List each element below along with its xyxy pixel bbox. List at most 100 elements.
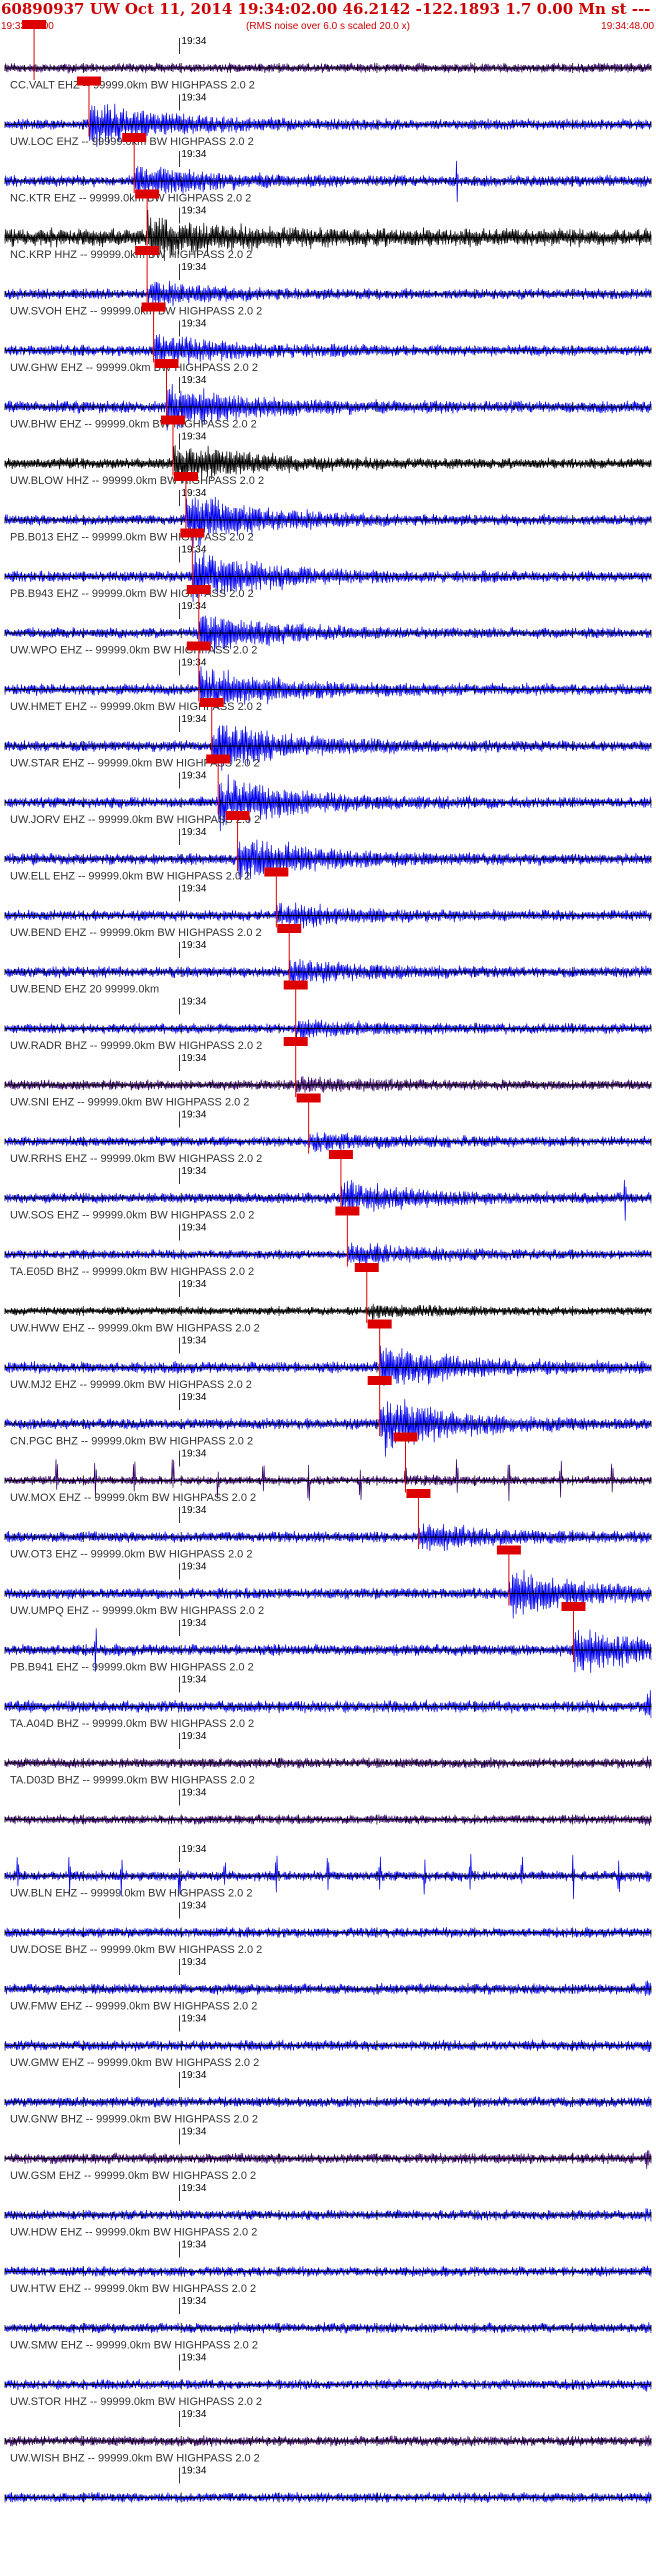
minute-tick-label: 19:34 — [181, 2014, 206, 2025]
pick-tag-box — [393, 1432, 418, 1442]
minute-tick-label: 19:34 — [181, 1166, 206, 1177]
station-label: UW.SVOH EHZ -- 99999.0km BW HIGHPASS 2.0… — [10, 306, 262, 318]
station-label: UW.FMW EHZ -- 99999.0km BW HIGHPASS 2.0 … — [10, 2001, 257, 2013]
pick-tag-box — [367, 1376, 392, 1385]
minute-tick-label: 19:34 — [181, 714, 206, 725]
minute-tick-label: 19:34 — [181, 2409, 206, 2420]
station-label: UW.GNW BHZ -- 99999.0km BW HIGHPASS 2.0 … — [10, 2114, 258, 2126]
minute-tick-label: 19:34 — [181, 149, 206, 160]
pick-tag-box — [141, 302, 166, 312]
pick-tag-box — [296, 1093, 321, 1103]
minute-tick-label: 19:34 — [181, 262, 206, 273]
minute-tick-label: 19:34 — [181, 206, 206, 217]
minute-tick-label: 19:34 — [181, 940, 206, 951]
pick-tag-box — [135, 189, 160, 199]
minute-tick-label: 19:34 — [181, 1901, 206, 1912]
pick-tag-box — [76, 76, 101, 86]
minute-tick-label: 19:34 — [181, 1336, 206, 1347]
station-label: UW.OT3 EHZ -- 99999.0km BW HIGHPASS 2.0 … — [10, 1549, 252, 1561]
pick-tag-box — [122, 133, 147, 142]
pick-tag-box — [173, 472, 198, 481]
station-label: UW.BLN EHZ -- 99999.0km BW HIGHPASS 2.0 … — [10, 1888, 252, 1900]
minute-tick-label: 19:34 — [181, 2183, 206, 2194]
pick-tag-box — [154, 359, 179, 368]
station-label: TA.A04D BHZ -- 99999.0km BW HIGHPASS 2.0… — [10, 1718, 254, 1730]
pick-tag-box — [283, 1037, 308, 1046]
pick-tag-box — [367, 1319, 392, 1329]
minute-tick-label: 19:34 — [181, 1053, 206, 1064]
minute-tick-label: 19:34 — [181, 36, 206, 47]
station-label: UW.HDW EHZ -- 99999.0km BW HIGHPASS 2.0 … — [10, 2227, 257, 2239]
header-title: 60890937 UW Oct 11, 2014 19:34:02.00 46.… — [1, 0, 656, 18]
pick-tag-box — [225, 811, 250, 820]
station-label: TA.D03D BHZ -- 99999.0km BW HIGHPASS 2.0… — [10, 1775, 255, 1787]
minute-tick-label: 19:34 — [181, 1392, 206, 1403]
pick-tag-box — [186, 641, 211, 651]
station-label: NC.KTR EHZ -- 99999.0km BW HIGHPASS 2.0 … — [10, 193, 251, 205]
pick-tag-box — [328, 1150, 353, 1159]
pick-tag-box — [135, 246, 160, 255]
minute-tick-label: 19:34 — [181, 545, 206, 556]
station-label: UW.JORV EHZ -- 99999.0km BW HIGHPASS 2.0… — [10, 814, 260, 826]
station-label: UW.UMPQ EHZ -- 99999.0km BW HIGHPASS 2.0… — [10, 1605, 264, 1617]
station-label: CC.VALT EHZ -- 99999.0km BW HIGHPASS 2.0… — [10, 80, 255, 92]
station-label: UW.MOX EHZ -- 99999.0km BW HIGHPASS 2.0 … — [10, 1492, 256, 1504]
station-label: UW.GMW EHZ -- 99999.0km BW HIGHPASS 2.0 … — [10, 2057, 259, 2069]
station-label: UW.GHW EHZ -- 99999.0km BW HIGHPASS 2.0 … — [10, 362, 258, 374]
minute-tick-label: 19:34 — [181, 375, 206, 386]
station-label: UW.SMW EHZ -- 99999.0km BW HIGHPASS 2.0 … — [10, 2340, 258, 2352]
minute-tick-label: 19:34 — [181, 771, 206, 782]
pick-tag-box — [354, 1263, 379, 1272]
pick-tag-box — [206, 754, 231, 764]
station-label: UW.BEND EHZ 20 99999.0km — [10, 984, 159, 996]
station-label: UW.WISH BHZ -- 99999.0km BW HIGHPASS 2.0… — [10, 2453, 260, 2465]
station-label: NC.KRP HHZ -- 99999.0km BW HIGHPASS 2.0 … — [10, 249, 252, 261]
station-label: UW.SNI EHZ -- 99999.0km BW HIGHPASS 2.0 … — [10, 1097, 249, 1109]
station-label: CN.PGC BHZ -- 99999.0km BW HIGHPASS 2.0 … — [10, 1436, 253, 1448]
pick-tag-box — [283, 980, 308, 990]
minute-tick-label: 19:34 — [181, 1618, 206, 1629]
pick-tag-box — [561, 1602, 586, 1611]
station-label: UW.BEND EHZ -- 99999.0km BW HIGHPASS 2.0… — [10, 927, 262, 939]
pick-tag-box — [199, 698, 224, 707]
pick-tag-box — [406, 1489, 431, 1498]
station-label: UW.BLOW HHZ -- 99999.0km BW HIGHPASS 2.0… — [10, 475, 264, 487]
station-label: PB.B013 EHZ -- 99999.0km BW HIGHPASS 2.0… — [10, 532, 254, 544]
station-label: UW.STOR HHZ -- 99999.0km BW HIGHPASS 2.0… — [10, 2396, 262, 2408]
rms-note: (RMS noise over 6.0 s scaled 20.0 x) — [246, 21, 410, 32]
minute-tick-label: 19:34 — [181, 432, 206, 443]
minute-tick-label: 19:34 — [181, 2296, 206, 2307]
pick-tag-box — [180, 528, 205, 538]
minute-tick-label: 19:34 — [181, 2127, 206, 2138]
minute-tick-label: 19:34 — [181, 1223, 206, 1234]
minute-tick-label: 19:34 — [181, 997, 206, 1008]
pick-tag-box — [160, 415, 185, 425]
minute-tick-label: 19:34 — [181, 1731, 206, 1742]
pick-tag-box — [186, 585, 211, 594]
station-label: PB.B943 EHZ -- 99999.0km BW HIGHPASS 2.0… — [10, 588, 254, 600]
minute-tick-label: 19:34 — [181, 2353, 206, 2364]
pick-tag-box — [496, 1545, 521, 1555]
minute-tick-label: 19:34 — [181, 1788, 206, 1799]
minute-tick-label: 19:34 — [181, 1110, 206, 1121]
station-label: PB.B941 EHZ -- 99999.0km BW HIGHPASS 2.0… — [10, 1662, 254, 1674]
station-label: UW.RADR BHZ -- 99999.0km BW HIGHPASS 2.0… — [10, 1040, 262, 1052]
station-label: UW.SOS EHZ -- 99999.0km BW HIGHPASS 2.0 … — [10, 1210, 254, 1222]
minute-tick-label: 19:34 — [181, 1957, 206, 1968]
station-label: UW.BHW EHZ -- 99999.0km BW HIGHPASS 2.0 … — [10, 419, 257, 431]
minute-tick-label: 19:34 — [181, 319, 206, 330]
pick-tag-box — [264, 867, 289, 877]
minute-tick-label: 19:34 — [181, 658, 206, 669]
seismogram-plot: 60890937 UW Oct 11, 2014 19:34:02.00 46.… — [0, 0, 656, 2558]
minute-tick-label: 19:34 — [181, 2070, 206, 2081]
station-label: UW.RRHS EHZ -- 99999.0km BW HIGHPASS 2.0… — [10, 1153, 262, 1165]
minute-tick-label: 19:34 — [181, 1505, 206, 1516]
end-time: 19:34:48.00 — [601, 21, 654, 32]
minute-tick-label: 19:34 — [181, 1844, 206, 1855]
station-label: UW.WPO EHZ -- 99999.0km BW HIGHPASS 2.0 … — [10, 645, 257, 657]
minute-tick-label: 19:34 — [181, 1449, 206, 1460]
minute-tick-label: 19:34 — [181, 1675, 206, 1686]
minute-tick-label: 19:34 — [181, 827, 206, 838]
minute-tick-label: 19:34 — [181, 488, 206, 499]
station-label: UW.HMET EHZ -- 99999.0km BW HIGHPASS 2.0… — [10, 701, 262, 713]
